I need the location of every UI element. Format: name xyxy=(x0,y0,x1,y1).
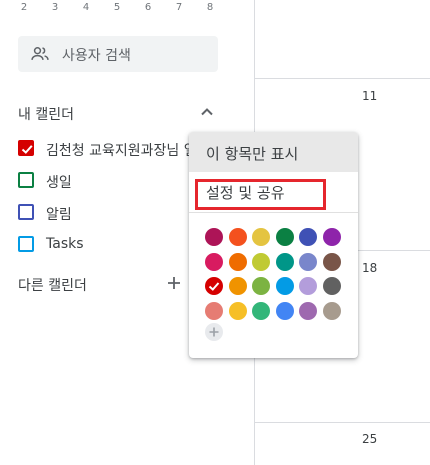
grid-divider xyxy=(254,422,430,423)
display-only-this-menu-item[interactable]: 이 항목만 표시 xyxy=(189,132,358,172)
color-swatch[interactable] xyxy=(322,277,341,295)
add-custom-color-button[interactable] xyxy=(205,323,223,341)
calendar-item-birthdays[interactable]: 생일 xyxy=(18,170,190,192)
color-swatch[interactable] xyxy=(252,277,270,295)
check-icon xyxy=(208,282,220,291)
mini-calendar-day[interactable]: 7 xyxy=(171,2,187,13)
mini-calendar-days: 2 3 4 5 6 7 8 xyxy=(16,2,222,16)
chevron-up-icon[interactable] xyxy=(199,104,215,120)
calendar-checkbox[interactable] xyxy=(18,236,34,252)
calendar-checkbox[interactable] xyxy=(18,140,34,156)
date-label[interactable]: 11 xyxy=(362,89,377,103)
other-calendars-title[interactable]: 다른 캘린더 xyxy=(18,275,87,295)
date-label[interactable]: 18 xyxy=(362,261,377,275)
color-swatch[interactable] xyxy=(275,228,294,246)
calendar-item-tasks[interactable]: Tasks xyxy=(18,234,190,256)
date-label[interactable]: 25 xyxy=(362,432,377,446)
search-people-input[interactable]: 사용자 검색 xyxy=(18,36,218,72)
color-swatch[interactable] xyxy=(322,228,341,246)
color-swatch[interactable] xyxy=(205,301,223,320)
color-swatch[interactable] xyxy=(252,228,270,246)
color-swatch[interactable] xyxy=(228,277,247,295)
mini-calendar-day[interactable]: 4 xyxy=(78,2,94,13)
color-swatch[interactable] xyxy=(228,252,247,271)
mini-calendar-day[interactable]: 6 xyxy=(140,2,156,13)
color-swatch[interactable] xyxy=(252,301,270,320)
color-swatch[interactable] xyxy=(228,228,247,246)
menu-divider xyxy=(189,212,358,213)
calendar-checkbox[interactable] xyxy=(18,204,34,220)
color-swatch[interactable] xyxy=(205,228,223,246)
add-calendar-icon[interactable] xyxy=(166,275,182,291)
mini-calendar-day[interactable]: 2 xyxy=(16,2,32,13)
color-swatch[interactable] xyxy=(322,301,341,320)
color-swatch[interactable] xyxy=(252,252,270,271)
color-swatch[interactable] xyxy=(322,252,341,271)
mini-calendar-day[interactable]: 3 xyxy=(47,2,63,13)
people-icon xyxy=(31,47,49,60)
highlight-box xyxy=(195,179,326,210)
plus-icon xyxy=(209,327,219,337)
color-swatch[interactable] xyxy=(275,252,294,271)
search-placeholder: 사용자 검색 xyxy=(62,48,131,64)
my-calendars-title[interactable]: 내 캘린더 xyxy=(18,104,74,124)
color-swatch[interactable] xyxy=(205,252,223,271)
color-swatch[interactable] xyxy=(299,277,317,295)
check-icon xyxy=(21,145,33,154)
color-swatch[interactable] xyxy=(299,252,317,271)
color-swatch[interactable] xyxy=(275,277,294,295)
calendar-item-main[interactable]: 김천청 교육지원과장님 일 xyxy=(18,138,190,160)
grid-divider xyxy=(254,78,430,79)
calendar-item-label: 생일 xyxy=(46,175,72,191)
calendar-options-menu: 이 항목만 표시 설정 및 공유 xyxy=(189,132,358,358)
calendar-item-reminders[interactable]: 알림 xyxy=(18,202,190,224)
mini-calendar-day[interactable]: 5 xyxy=(109,2,125,13)
calendar-item-label: 김천청 교육지원과장님 일 xyxy=(46,143,190,159)
calendar-checkbox[interactable] xyxy=(18,172,34,188)
color-swatch[interactable] xyxy=(228,301,247,320)
color-swatch[interactable] xyxy=(275,301,294,320)
menu-item-label: 이 항목만 표시 xyxy=(206,145,299,163)
color-swatch[interactable] xyxy=(299,228,317,246)
color-swatch[interactable] xyxy=(299,301,317,320)
calendar-item-label: Tasks xyxy=(46,236,84,252)
mini-calendar-day[interactable]: 8 xyxy=(202,2,218,13)
color-swatch[interactable] xyxy=(205,277,223,295)
calendar-item-label: 알림 xyxy=(46,207,72,223)
